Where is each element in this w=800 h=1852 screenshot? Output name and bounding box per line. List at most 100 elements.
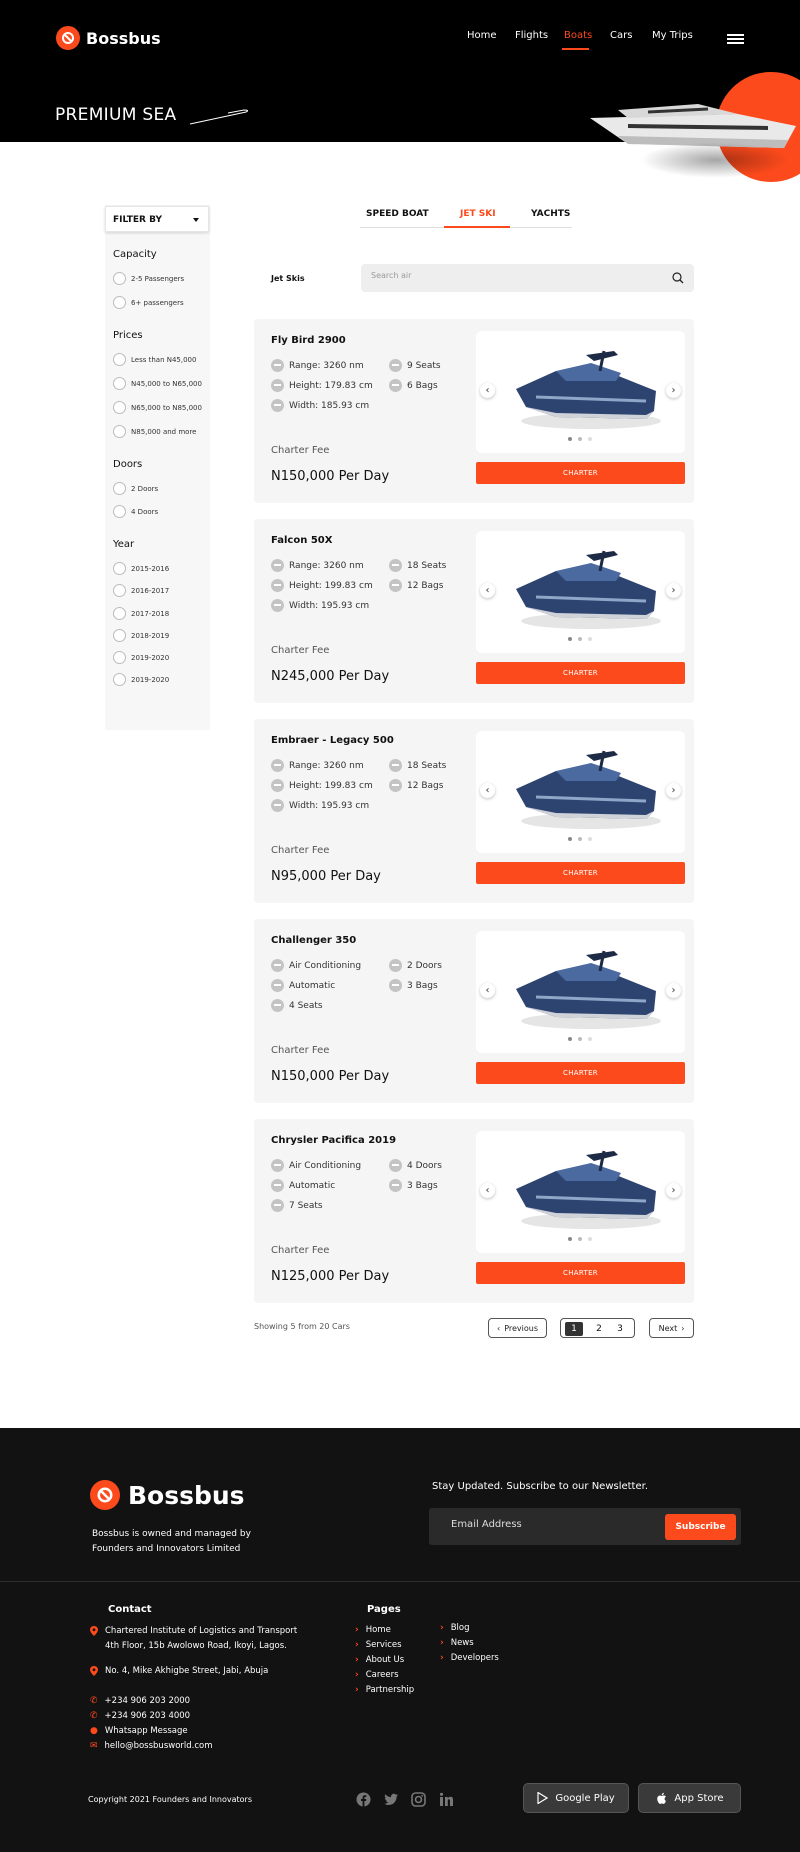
filter-option[interactable]: 2016-2017 [113,584,169,597]
carousel-dot[interactable] [568,1237,572,1241]
google-play-button[interactable]: Google Play [523,1783,629,1813]
feature-label: Automatic [289,1180,336,1191]
phone-1[interactable]: ✆ +234 906 203 2000 [90,1696,190,1706]
carousel-dot[interactable] [578,837,582,841]
nav-home[interactable]: Home [467,30,497,41]
nav-flights[interactable]: Flights [515,30,548,41]
previous-button[interactable]: ‹ Previous [488,1318,547,1338]
carousel-next-icon[interactable]: › [666,383,681,398]
radio-button[interactable] [113,377,126,390]
carousel-next-icon[interactable]: › [666,983,681,998]
filter-option[interactable]: N45,000 to N65,000 [113,377,202,390]
tab-jet-ski[interactable]: JET SKI [460,209,496,219]
filter-option[interactable]: 2018-2019 [113,629,169,642]
page-number[interactable]: 3 [611,1322,629,1336]
app-store-button[interactable]: App Store [638,1783,741,1813]
filter-option[interactable]: 2019-2020 [113,673,169,686]
filter-option[interactable]: 2015-2016 [113,562,169,575]
radio-button[interactable] [113,482,126,495]
filter-option[interactable]: 6+ passengers [113,296,184,309]
radio-button[interactable] [113,505,126,518]
phone-2[interactable]: ✆ +234 906 203 4000 [90,1711,190,1721]
email-input[interactable] [451,1519,651,1530]
carousel-prev-icon[interactable]: ‹ [480,383,495,398]
footer-link-services[interactable]: › Services [355,1640,402,1650]
radio-button[interactable] [113,607,126,620]
carousel-prev-icon[interactable]: ‹ [480,583,495,598]
charter-button[interactable]: CHARTER [476,1262,685,1284]
carousel-prev-icon[interactable]: ‹ [480,783,495,798]
filter-dropdown[interactable]: FILTER BY [105,206,209,232]
brand-logo[interactable]: Bossbus [56,26,161,50]
linkedin-icon[interactable] [439,1792,454,1807]
carousel-next-icon[interactable]: › [666,583,681,598]
carousel-dot[interactable] [578,437,582,441]
next-button[interactable]: Next › [649,1318,694,1338]
carousel-dot[interactable] [568,637,572,641]
carousel-dot[interactable] [568,437,572,441]
carousel-dot[interactable] [588,437,592,441]
search-input[interactable] [371,271,651,280]
carousel-dot[interactable] [578,637,582,641]
radio-button[interactable] [113,401,126,414]
footer-link-developers[interactable]: › Developers [440,1653,499,1663]
radio-button[interactable] [113,629,126,642]
footer-logo[interactable]: Bossbus [90,1480,245,1510]
carousel-dot[interactable] [578,1237,582,1241]
filter-option[interactable]: 2 Doors [113,482,158,495]
footer-link-about[interactable]: › About Us [355,1655,404,1665]
footer-link-partnership[interactable]: › Partnership [355,1685,414,1695]
radio-button[interactable] [113,425,126,438]
instagram-icon[interactable] [411,1792,426,1807]
filter-option[interactable]: Less than N45,000 [113,353,196,366]
facebook-icon[interactable] [356,1792,371,1807]
carousel-dot[interactable] [588,1237,592,1241]
carousel-prev-icon[interactable]: ‹ [480,983,495,998]
twitter-icon[interactable] [384,1792,399,1807]
carousel-next-icon[interactable]: › [666,783,681,798]
filter-option[interactable]: 2-5 Passengers [113,272,184,285]
carousel-prev-icon[interactable]: ‹ [480,1183,495,1198]
filter-option[interactable]: 4 Doors [113,505,158,518]
charter-button[interactable]: CHARTER [476,662,685,684]
whatsapp-link[interactable]: ● Whatsapp Message [90,1726,188,1736]
carousel-dot[interactable] [568,1037,572,1041]
radio-button[interactable] [113,562,126,575]
radio-button[interactable] [113,296,126,309]
footer-link-news[interactable]: › News [440,1638,474,1648]
charter-button[interactable]: CHARTER [476,1062,685,1084]
brand-name: Bossbus [86,28,161,48]
menu-icon[interactable] [727,34,744,44]
nav-boats[interactable]: Boats [564,30,592,41]
nav-my-trips[interactable]: My Trips [652,30,693,41]
footer-link-careers[interactable]: › Careers [355,1670,399,1680]
carousel-next-icon[interactable]: › [666,1183,681,1198]
carousel-dot[interactable] [588,637,592,641]
page-number[interactable]: 2 [590,1322,608,1336]
footer-link-blog[interactable]: › Blog [440,1623,470,1633]
filter-option[interactable]: N65,000 to N85,000 [113,401,202,414]
email-link[interactable]: ✉ hello@bossbusworld.com [90,1741,213,1751]
filter-option[interactable]: 2017-2018 [113,607,169,620]
radio-button[interactable] [113,651,126,664]
tab-yachts[interactable]: YACHTS [531,209,570,219]
filter-option[interactable]: 2019-2020 [113,651,169,664]
page-number-current[interactable]: 1 [565,1322,583,1336]
radio-button[interactable] [113,353,126,366]
carousel-dot[interactable] [568,837,572,841]
radio-button[interactable] [113,584,126,597]
subscribe-button[interactable]: Subscribe [665,1514,736,1540]
radio-button[interactable] [113,272,126,285]
tab-speed-boat[interactable]: SPEED BOAT [366,209,429,219]
footer-link-home[interactable]: › Home [355,1625,391,1635]
carousel-dot[interactable] [588,1037,592,1041]
feature-icon [271,1179,284,1192]
charter-button[interactable]: CHARTER [476,862,685,884]
carousel-dot[interactable] [578,1037,582,1041]
filter-option[interactable]: N85,000 and more [113,425,196,438]
nav-cars[interactable]: Cars [610,30,632,41]
radio-button[interactable] [113,673,126,686]
search-icon[interactable] [672,272,684,284]
charter-button[interactable]: CHARTER [476,462,685,484]
carousel-dot[interactable] [588,837,592,841]
